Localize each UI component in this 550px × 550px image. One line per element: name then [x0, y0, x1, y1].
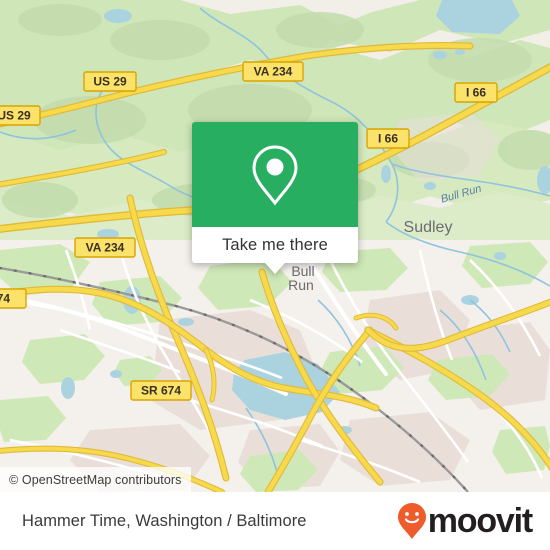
svg-text:US 29: US 29: [93, 75, 127, 89]
svg-text:VA 234: VA 234: [254, 65, 293, 79]
osm-attribution-text: © OpenStreetMap contributors: [9, 472, 182, 487]
svg-text:VA 234: VA 234: [86, 241, 125, 255]
popup-image-area: [192, 122, 358, 227]
popup-action-bar[interactable]: Take me there: [192, 227, 358, 263]
road-shield-i66-a: I 66: [454, 82, 498, 103]
road-shield-sr674: SR 674: [130, 380, 192, 401]
place-label-run: Run: [288, 277, 314, 293]
svg-text:SR 674: SR 674: [141, 384, 181, 398]
road-shield-va234-b: VA 234: [74, 237, 136, 258]
moovit-logo: moovit: [397, 502, 533, 540]
osm-attribution: © OpenStreetMap contributors: [0, 467, 191, 492]
destination-popup-card[interactable]: Take me there: [192, 122, 358, 274]
svg-text:US 29: US 29: [0, 109, 31, 123]
road-shield-us29-b: US 29: [0, 105, 41, 126]
road-shield-674: 674: [0, 288, 27, 309]
bottom-info-bar: Hammer Time, Washington / Baltimore moov…: [0, 492, 550, 550]
moovit-wordmark: moovit: [427, 502, 533, 540]
place-label-sudley: Sudley: [404, 219, 453, 236]
road-shield-va234-a: VA 234: [242, 61, 304, 82]
svg-text:I 66: I 66: [466, 86, 486, 100]
take-me-there-label: Take me there: [222, 235, 328, 254]
moovit-map-screenshot: Sudley Bull Run Bull Run US 29 US 29 VA …: [0, 0, 550, 550]
svg-text:I 66: I 66: [378, 132, 398, 146]
road-shield-us29-a: US 29: [83, 71, 137, 92]
road-shield-i66-b: I 66: [366, 128, 410, 149]
place-title: Hammer Time, Washington / Baltimore: [22, 511, 307, 530]
moovit-pin-icon: [397, 503, 426, 539]
svg-text:674: 674: [0, 292, 10, 306]
popup-pointer-tail: [265, 263, 285, 274]
map-pin-icon: [252, 144, 298, 205]
